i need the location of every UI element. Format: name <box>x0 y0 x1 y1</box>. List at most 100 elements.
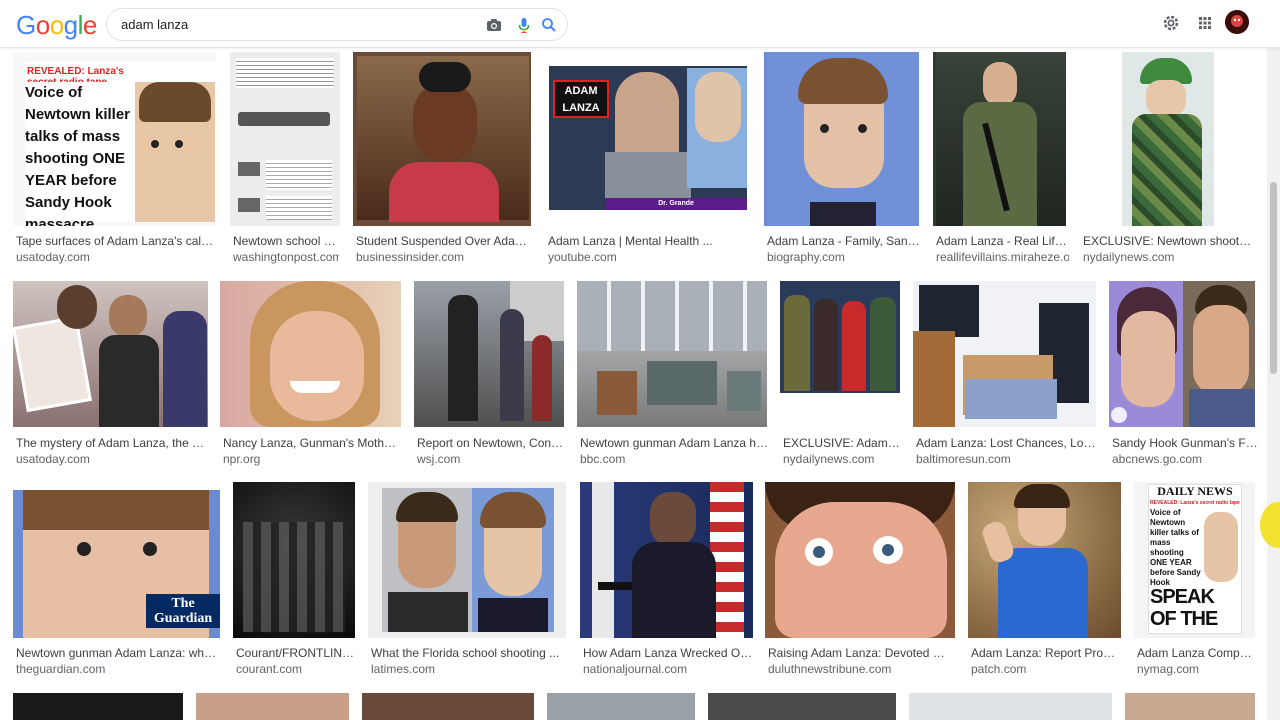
result-tile[interactable]: Adam Lanza: Lost Chances, Lost Sou... ba… <box>913 281 1096 467</box>
result-thumbnail[interactable] <box>577 281 767 427</box>
result-thumbnail[interactable] <box>1125 693 1255 720</box>
result-thumbnail[interactable]: ADAM LANZA Dr. Grande <box>545 52 750 226</box>
result-domain[interactable]: usatoday.com <box>16 250 214 264</box>
result-tile[interactable]: REVEALED: Lanza's secret radio tape Voic… <box>13 52 216 264</box>
result-thumbnail[interactable] <box>233 482 355 638</box>
result-thumbnail[interactable] <box>414 281 564 427</box>
result-caption[interactable]: Raising Adam Lanza: Devoted mother ... <box>768 646 954 660</box>
result-thumbnail[interactable] <box>909 693 1112 720</box>
result-thumbnail[interactable] <box>933 52 1066 226</box>
result-thumbnail[interactable] <box>353 52 531 226</box>
result-thumbnail[interactable] <box>968 482 1121 638</box>
result-thumbnail[interactable] <box>196 693 349 720</box>
result-caption[interactable]: Sandy Hook Gunman's Father... <box>1112 436 1258 450</box>
vertical-scrollbar[interactable] <box>1267 48 1280 720</box>
apps-grid-icon[interactable] <box>1194 12 1216 34</box>
result-domain[interactable]: wsj.com <box>417 452 567 466</box>
result-caption[interactable]: Adam Lanza - Real Life Vill... <box>936 234 1069 248</box>
result-caption[interactable]: Courant/FRONTLINE In... <box>236 646 356 660</box>
search-input[interactable]: adam lanza <box>121 17 188 32</box>
result-tile[interactable]: Student Suspended Over Adam Lanz... busi… <box>353 52 534 264</box>
result-domain[interactable]: reallifevillains.miraheze.org <box>936 250 1069 264</box>
result-caption[interactable]: Student Suspended Over Adam Lanz... <box>356 234 534 248</box>
result-tile[interactable]: Adam Lanza - Family, Sandy Ho... biograp… <box>764 52 922 264</box>
result-caption[interactable]: EXCLUSIVE: Adam Lan... <box>783 436 901 450</box>
result-domain[interactable]: abcnews.go.com <box>1112 452 1258 466</box>
result-thumbnail[interactable]: DAILY NEWS REVEALED: Lanza's secret radi… <box>1134 482 1255 638</box>
result-thumbnail[interactable] <box>13 693 183 720</box>
result-domain[interactable]: nationaljournal.com <box>583 662 753 676</box>
result-caption[interactable]: Adam Lanza | Mental Health ... <box>548 234 748 248</box>
search-icon[interactable] <box>540 16 558 34</box>
result-caption[interactable]: Newtown gunman Adam Lanza had ... <box>580 436 770 450</box>
result-caption[interactable]: EXCLUSIVE: Newtown shooter Ada... <box>1083 234 1255 248</box>
google-logo[interactable]: Google <box>16 10 97 40</box>
camera-icon[interactable] <box>485 16 503 34</box>
result-thumbnail[interactable] <box>913 281 1096 427</box>
result-caption[interactable]: Newtown school sho... <box>233 234 339 248</box>
result-caption[interactable]: Newtown gunman Adam Lanza: what we k... <box>16 646 220 660</box>
result-tile[interactable]: Adam Lanza - Real Life Vill... reallifev… <box>933 52 1069 264</box>
result-tile[interactable]: Newtown gunman Adam Lanza had ... bbc.co… <box>577 281 770 467</box>
result-tile[interactable]: How Adam Lanza Wrecked Obama'... nationa… <box>580 482 753 680</box>
result-domain[interactable]: washingtonpost.com <box>233 250 339 264</box>
result-caption[interactable]: Tape surfaces of Adam Lanza's call to ..… <box>16 234 214 248</box>
result-tile[interactable]: Courant/FRONTLINE In... courant.com <box>233 482 356 680</box>
result-domain[interactable]: nydailynews.com <box>783 452 901 466</box>
result-tile[interactable]: ADAM LANZA Dr. Grande Adam Lanza | Menta… <box>545 52 750 264</box>
scrollbar-thumb[interactable] <box>1270 182 1277 374</box>
result-domain[interactable]: latimes.com <box>371 662 567 676</box>
result-caption[interactable]: Report on Newtown, Conn., Sh... <box>417 436 567 450</box>
result-thumbnail[interactable]: REVEALED: Lanza's secret radio tape Voic… <box>13 52 216 226</box>
result-domain[interactable]: npr.org <box>223 452 401 466</box>
result-tile[interactable]: Nancy Lanza, Gunman's Mother: Fro... npr… <box>220 281 401 467</box>
result-tile[interactable]: The mystery of Adam Lanza, the Sandy ...… <box>13 281 211 467</box>
result-domain[interactable]: biography.com <box>767 250 922 264</box>
result-domain[interactable]: duluthnewstribune.com <box>768 662 954 676</box>
result-thumbnail[interactable] <box>362 693 534 720</box>
result-domain[interactable]: businessinsider.com <box>356 250 534 264</box>
gear-icon[interactable] <box>1160 12 1182 34</box>
result-domain[interactable]: courant.com <box>236 662 356 676</box>
result-thumbnail[interactable] <box>230 52 340 226</box>
result-tile[interactable]: Newtown school sho... washingtonpost.com <box>230 52 340 264</box>
result-caption[interactable]: Adam Lanza - Family, Sandy Ho... <box>767 234 922 248</box>
result-thumbnail[interactable] <box>765 482 955 638</box>
result-domain[interactable]: usatoday.com <box>16 452 211 466</box>
avatar[interactable] <box>1225 10 1249 34</box>
result-domain[interactable]: patch.com <box>971 662 1121 676</box>
result-domain[interactable]: baltimoresun.com <box>916 452 1096 466</box>
result-tile[interactable]: What the Florida school shooting ... lat… <box>368 482 566 680</box>
result-caption[interactable]: Adam Lanza: Report Probes D... <box>971 646 1121 660</box>
result-thumbnail[interactable] <box>780 281 900 427</box>
result-caption[interactable]: What the Florida school shooting ... <box>371 646 567 660</box>
result-tile[interactable]: EXCLUSIVE: Newtown shooter Ada... nydail… <box>1080 52 1255 264</box>
result-caption[interactable]: Nancy Lanza, Gunman's Mother: Fro... <box>223 436 401 450</box>
result-thumbnail[interactable] <box>1109 281 1255 427</box>
result-thumbnail[interactable] <box>764 52 919 226</box>
result-domain[interactable]: bbc.com <box>580 452 770 466</box>
result-domain[interactable]: theguardian.com <box>16 662 220 676</box>
result-tile[interactable]: Report on Newtown, Conn., Sh... wsj.com <box>414 281 567 467</box>
result-tile[interactable]: Raising Adam Lanza: Devoted mother ... d… <box>765 482 955 680</box>
result-tile[interactable]: Sandy Hook Gunman's Father... abcnews.go… <box>1109 281 1258 467</box>
result-thumbnail[interactable] <box>580 482 753 638</box>
result-caption[interactable]: The mystery of Adam Lanza, the Sandy ... <box>16 436 211 450</box>
result-caption[interactable]: Adam Lanza: Lost Chances, Lost Sou... <box>916 436 1096 450</box>
result-caption[interactable]: Adam Lanza Compared... <box>1137 646 1258 660</box>
result-tile[interactable]: EXCLUSIVE: Adam Lan... nydailynews.com <box>780 281 901 467</box>
result-thumbnail[interactable] <box>13 281 208 427</box>
result-caption[interactable]: How Adam Lanza Wrecked Obama'... <box>583 646 753 660</box>
result-tile[interactable]: The Guardian Newtown gunman Adam Lanza: … <box>13 490 220 680</box>
result-domain[interactable]: nydailynews.com <box>1083 250 1255 264</box>
result-thumbnail[interactable] <box>708 693 896 720</box>
result-domain[interactable]: youtube.com <box>548 250 748 264</box>
search-box[interactable]: adam lanza <box>106 8 568 41</box>
result-tile[interactable]: Adam Lanza: Report Probes D... patch.com <box>968 482 1121 680</box>
result-thumbnail[interactable]: The Guardian <box>13 490 220 638</box>
result-domain[interactable]: nymag.com <box>1137 662 1258 676</box>
result-thumbnail[interactable] <box>220 281 401 427</box>
microphone-icon[interactable] <box>515 16 533 34</box>
result-thumbnail[interactable] <box>547 693 695 720</box>
result-tile[interactable]: DAILY NEWS REVEALED: Lanza's secret radi… <box>1134 482 1258 680</box>
